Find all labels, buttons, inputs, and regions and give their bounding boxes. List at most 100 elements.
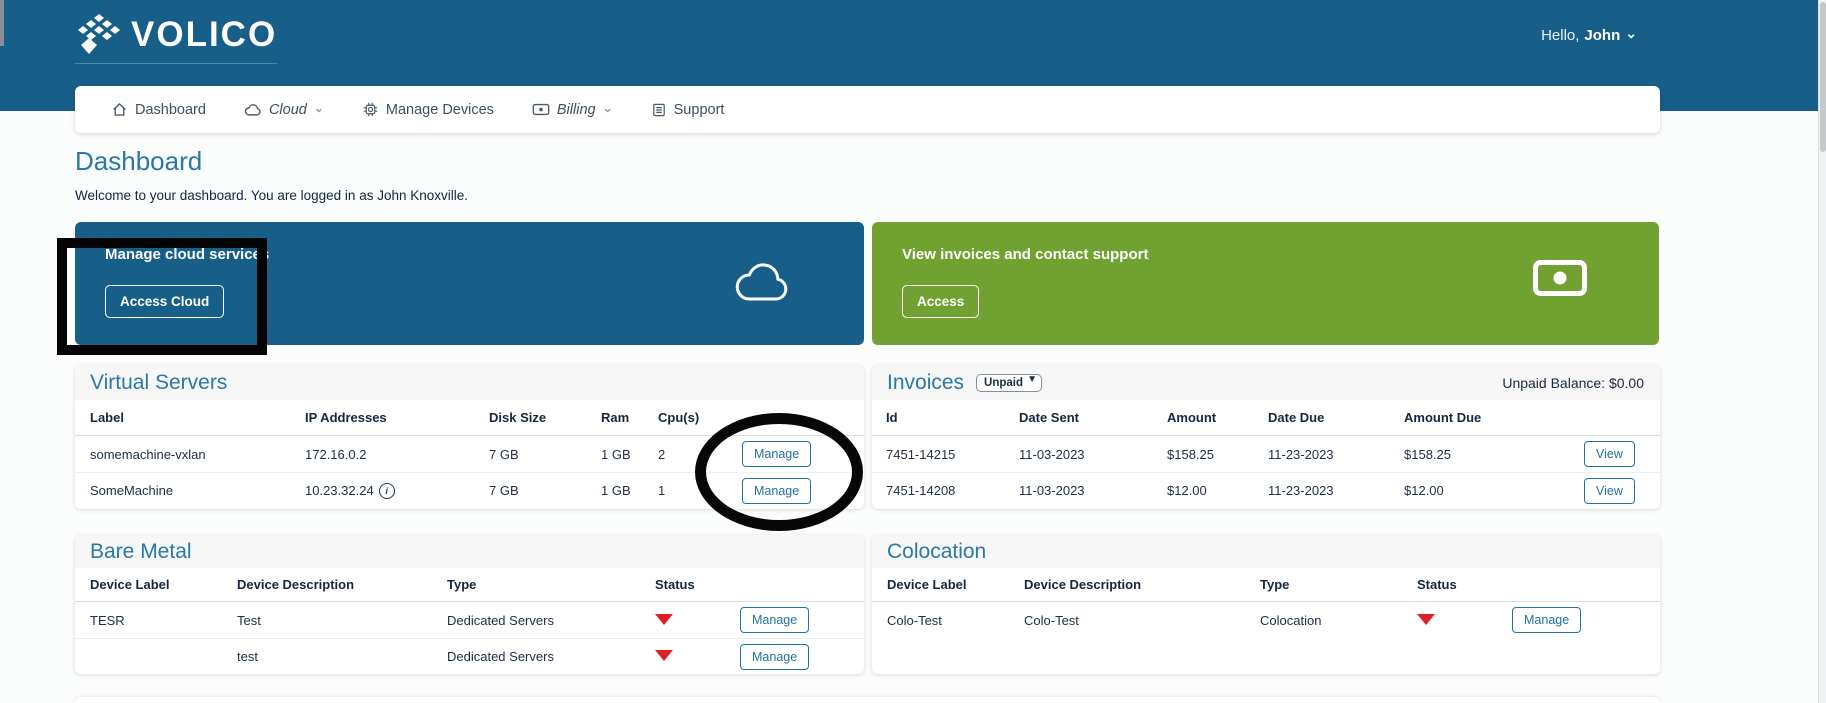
column-header: Label (90, 410, 305, 425)
disk-cell: 7 GB (489, 447, 601, 462)
disk-cell: 7 GB (489, 483, 601, 498)
type-cell: Colocation (1260, 613, 1417, 628)
unpaid-balance: Unpaid Balance: $0.00 (1502, 375, 1660, 391)
column-header: Ram (601, 410, 658, 425)
date-sent-cell: 11-03-2023 (1019, 447, 1167, 462)
page-title: Dashboard (75, 146, 202, 177)
bare-metal-header: Bare Metal (75, 535, 864, 568)
access-button[interactable]: Access (902, 285, 979, 318)
chevron-down-icon: ⌄ (1625, 25, 1637, 42)
colocation-header: Colocation (872, 535, 1660, 568)
column-header: Amount (1167, 410, 1268, 425)
ip-cell: 10.23.32.24 i (305, 483, 489, 499)
amount-cell: $158.25 (1167, 447, 1268, 462)
table-row: somemachine-vxlan 172.16.0.2 7 GB 1 GB 2… (75, 436, 864, 472)
manage-button[interactable]: Manage (742, 478, 811, 504)
info-icon[interactable]: i (379, 483, 395, 499)
brand-name: VOLICO (131, 17, 277, 52)
cpu-cell: 1 (658, 483, 742, 498)
invoices-column-headers: Id Date Sent Amount Date Due Amount Due (872, 400, 1660, 436)
table-row: test Dedicated Servers Manage (75, 638, 864, 674)
device-label-cell: Colo-Test (887, 613, 1024, 628)
chip-icon (362, 101, 379, 118)
device-description-cell: Colo-Test (1024, 613, 1260, 628)
next-section-edge (75, 697, 1660, 703)
invoices-header: Invoices Unpaid ▼ Unpaid Balance: $0.00 (872, 365, 1660, 400)
billing-promo-title: View invoices and contact support (902, 246, 1148, 263)
column-header: Amount Due (1404, 410, 1584, 425)
invoice-filter-select[interactable]: Unpaid ▼ (976, 373, 1042, 392)
cloud-promo-card: Manage cloud services Access Cloud (75, 222, 864, 345)
amount-due-cell: $158.25 (1404, 447, 1584, 462)
billing-promo-card: View invoices and contact support Access (872, 222, 1659, 345)
column-header: Type (1260, 577, 1417, 592)
table-row: TESR Test Dedicated Servers Manage (75, 602, 864, 638)
volico-dashboard-page: VOLICO Hello, John ⌄ Dashboard Cloud ⌄ (0, 0, 1826, 703)
invoice-id-cell: 7451-14215 (886, 447, 1019, 462)
column-header: Status (1417, 577, 1512, 592)
column-header: Date Due (1268, 410, 1404, 425)
colocation-section: Colocation Device Label Device Descripti… (872, 535, 1660, 674)
date-due-cell: 11-23-2023 (1268, 447, 1404, 462)
nav-item-billing[interactable]: Billing ⌄ (532, 102, 613, 118)
screen-artifact (0, 0, 4, 46)
colocation-column-headers: Device Label Device Description Type Sta… (872, 568, 1660, 602)
vertical-scrollbar[interactable] (1818, 0, 1826, 703)
user-name: John (1584, 27, 1620, 44)
user-menu[interactable]: Hello, John ⌄ (1541, 27, 1637, 44)
date-due-cell: 11-23-2023 (1268, 483, 1404, 498)
welcome-text: Welcome to your dashboard. You are logge… (75, 188, 468, 203)
date-sent-cell: 11-03-2023 (1019, 483, 1167, 498)
column-header: Device Description (1024, 577, 1260, 592)
ram-cell: 1 GB (601, 483, 658, 498)
device-label-cell: TESR (90, 613, 237, 628)
view-button[interactable]: View (1584, 478, 1635, 504)
banknote-icon (1533, 260, 1587, 296)
cloud-promo-title: Manage cloud services (105, 246, 269, 263)
column-header: Id (886, 410, 1019, 425)
bare-metal-column-headers: Device Label Device Description Type Sta… (75, 568, 864, 602)
bare-metal-title: Bare Metal (90, 541, 192, 562)
brand-logo[interactable]: VOLICO (75, 13, 277, 64)
label-cell: SomeMachine (90, 483, 305, 498)
amount-due-cell: $12.00 (1404, 483, 1584, 498)
amount-cell: $12.00 (1167, 483, 1268, 498)
scrollbar-thumb[interactable] (1820, 2, 1826, 152)
virtual-servers-title: Virtual Servers (90, 372, 227, 393)
nav-item-support[interactable]: Support (651, 102, 725, 118)
device-description-cell: Test (237, 613, 447, 628)
table-row: 7451-14215 11-03-2023 $158.25 11-23-2023… (872, 436, 1660, 472)
cloud-icon (244, 102, 262, 118)
chevron-down-icon: ⌄ (314, 101, 324, 115)
column-header: Type (447, 577, 655, 592)
invoices-title: Invoices (887, 372, 964, 393)
greeting-prefix: Hello, (1541, 27, 1579, 44)
column-header: Device Description (237, 577, 447, 592)
access-cloud-button[interactable]: Access Cloud (105, 285, 224, 318)
invoice-filter[interactable]: Unpaid (976, 374, 1042, 392)
ram-cell: 1 GB (601, 447, 658, 462)
cloud-icon (734, 260, 792, 306)
nav-item-dashboard[interactable]: Dashboard (111, 101, 206, 118)
volico-logo-icon (75, 13, 123, 55)
view-button[interactable]: View (1584, 441, 1635, 467)
manage-button[interactable]: Manage (740, 644, 809, 670)
status-down-icon (1417, 614, 1435, 625)
manage-button[interactable]: Manage (742, 441, 811, 467)
table-row: SomeMachine 10.23.32.24 i 7 GB 1 GB 1 Ma… (75, 472, 864, 508)
column-header: Disk Size (489, 410, 601, 425)
document-icon (651, 102, 667, 118)
nav-item-cloud[interactable]: Cloud ⌄ (244, 102, 324, 118)
cpu-cell: 2 (658, 447, 742, 462)
virtual-servers-column-headers: Label IP Addresses Disk Size Ram Cpu(s) (75, 400, 864, 436)
ip-cell: 172.16.0.2 (305, 447, 489, 462)
manage-button[interactable]: Manage (740, 607, 809, 633)
device-description-cell: test (237, 649, 447, 664)
home-icon (111, 101, 128, 118)
column-header: Date Sent (1019, 410, 1167, 425)
manage-button[interactable]: Manage (1512, 607, 1581, 633)
column-header: Status (655, 577, 740, 592)
nav-item-manage-devices[interactable]: Manage Devices (362, 101, 494, 118)
type-cell: Dedicated Servers (447, 649, 655, 664)
column-header: Device Label (887, 577, 1024, 592)
